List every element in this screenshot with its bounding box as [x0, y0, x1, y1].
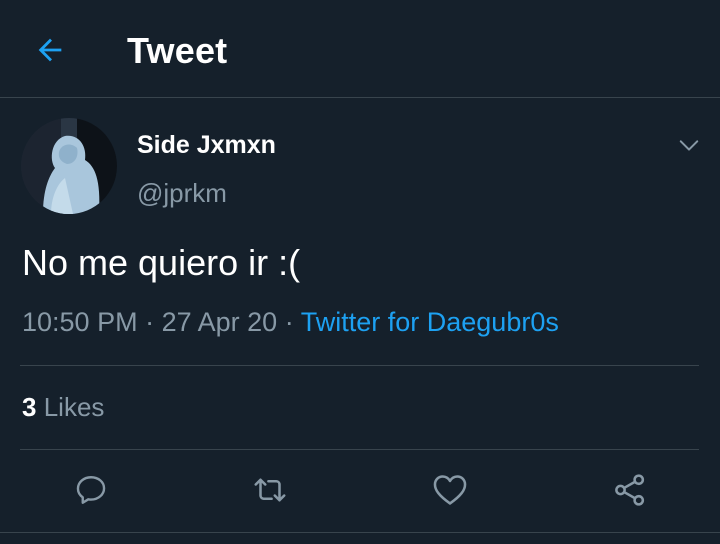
chevron-down-icon: [679, 140, 699, 151]
tweet-source-link[interactable]: Twitter for Daegubr0s: [301, 307, 559, 337]
meta-separator: ·: [284, 307, 294, 337]
tweet-text: No me quiero ir :(: [22, 242, 301, 283]
reply-icon: [76, 476, 106, 504]
heart-icon: [433, 475, 467, 505]
retweet-button[interactable]: [250, 470, 290, 510]
divider: [20, 365, 699, 366]
likes-label: Likes: [43, 392, 105, 422]
divider: [0, 532, 720, 533]
like-button[interactable]: [430, 470, 470, 510]
divider: [20, 449, 699, 450]
arrow-left-icon: [38, 38, 62, 62]
share-icon: [615, 474, 645, 506]
reply-button[interactable]: [71, 470, 111, 510]
top-bar: Tweet: [0, 0, 720, 98]
tweet-date: 27 Apr 20: [161, 307, 278, 337]
tweet-time: 10:50 PM: [22, 307, 138, 337]
avatar[interactable]: [21, 118, 117, 214]
tweet-meta: 10:50 PM · 27 Apr 20 · Twitter for Daegu…: [22, 307, 559, 338]
avatar-image: [21, 118, 117, 214]
meta-separator: ·: [145, 307, 155, 337]
author-handle[interactable]: @jprkm: [137, 178, 227, 209]
tweet-menu-button[interactable]: [672, 128, 706, 162]
author-name[interactable]: Side Jxmxn: [137, 131, 276, 160]
page-title: Tweet: [127, 30, 228, 71]
share-button[interactable]: [610, 470, 650, 510]
likes-count[interactable]: 3 Likes: [22, 392, 104, 423]
retweet-icon: [254, 478, 286, 502]
back-button[interactable]: [30, 30, 70, 70]
likes-number: 3: [22, 392, 37, 422]
